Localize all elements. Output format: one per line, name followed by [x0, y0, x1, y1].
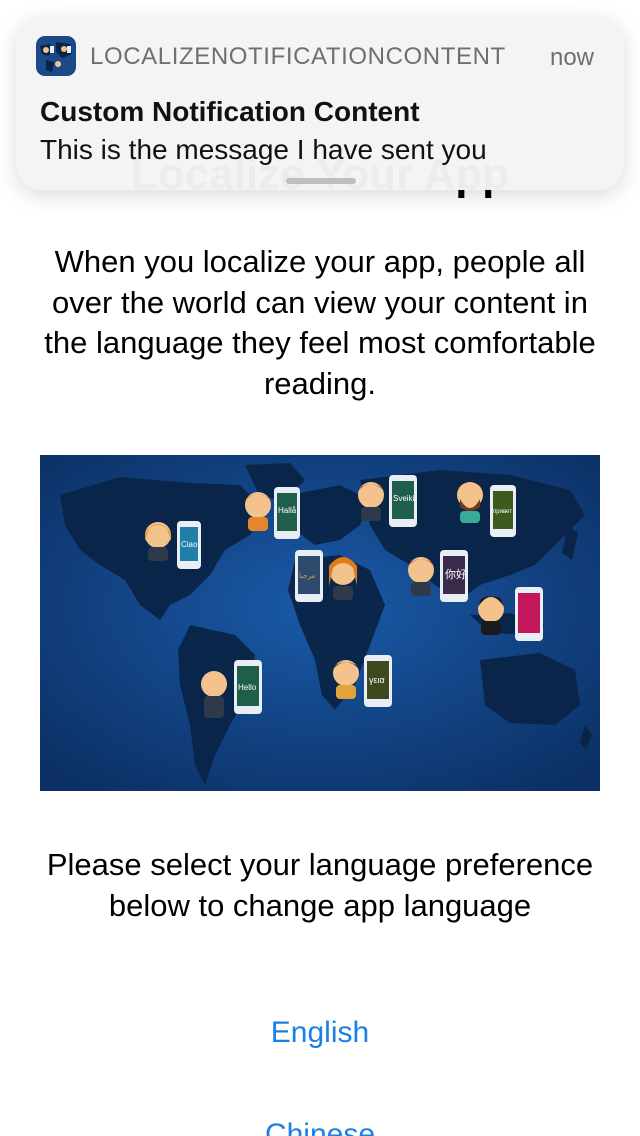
intro-text: When you localize your app, people all o… — [44, 244, 596, 401]
notification-grabber[interactable] — [286, 178, 356, 184]
language-button-english[interactable]: English — [170, 1016, 470, 1050]
app-screen: Localize Your App When you localize your… — [0, 0, 640, 1136]
notification-app-name: LOCALIZENOTIFICATIONCONTENT — [90, 43, 506, 70]
app-icon — [36, 36, 76, 76]
greeting-sveiki: Sveiki — [393, 494, 415, 503]
notification-title: Custom Notification Content — [40, 96, 420, 127]
greeting-hello: Hello — [238, 683, 257, 692]
greeting-yeia: γεια — [369, 675, 385, 685]
language-button-chinese[interactable]: Chinese — [170, 1118, 470, 1136]
language-prompt: Please select your language preference b… — [46, 847, 594, 923]
notification-body: This is the message I have sent you — [40, 134, 487, 165]
greeting-marhaba: مرحبا — [299, 573, 315, 580]
notification-time: now — [549, 44, 594, 71]
world-map-image: Ciao Hallå Sveiki привет مرحبا 你好 Hello … — [40, 455, 600, 791]
notification-banner[interactable]: LOCALIZENOTIFICATIONCONTENT now Custom N… — [16, 16, 624, 190]
greeting-privet: привет — [493, 509, 512, 515]
greeting-ciao: Ciao — [181, 540, 198, 549]
greeting-nihao: 你好 — [445, 567, 467, 581]
greeting-halla: Hallå — [278, 506, 297, 515]
